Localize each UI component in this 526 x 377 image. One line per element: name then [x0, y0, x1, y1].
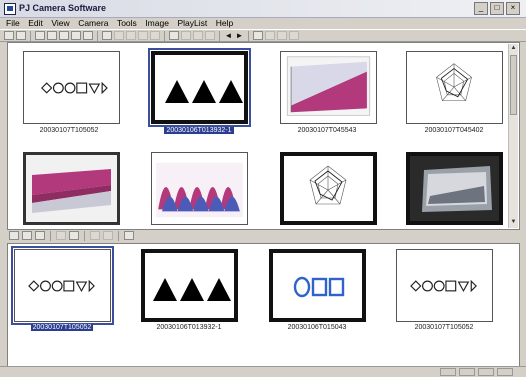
menu-image[interactable]: Image [145, 17, 169, 29]
main-toolbar: ◄ ► [0, 29, 526, 42]
scroll-thumb[interactable] [510, 55, 517, 115]
crop-icon[interactable] [150, 31, 160, 40]
thumbnail[interactable] [151, 152, 248, 225]
vertical-scrollbar[interactable]: ▲ ▼ [508, 44, 518, 228]
playlist-caption: 20030106T015043 [287, 324, 347, 331]
shapes-row-image [410, 279, 477, 293]
info-icon[interactable] [289, 31, 299, 40]
thumbnail[interactable] [280, 152, 377, 225]
radar-chart-image [309, 165, 347, 205]
title-bar: PJ Camera Software _ □ × [0, 0, 526, 18]
toolbar-separator [30, 30, 31, 41]
playlist-caption: 20030106T013932-1 [156, 324, 222, 331]
triangles-image [165, 80, 243, 103]
zoom-in-icon[interactable] [114, 31, 124, 40]
playlist-toolbar [7, 229, 518, 242]
filter-icon[interactable] [181, 31, 191, 40]
playlist-thumbnail[interactable] [269, 249, 366, 322]
status-cell [459, 368, 475, 376]
paste-icon[interactable] [71, 31, 81, 40]
window-controls: _ □ × [474, 2, 520, 15]
rotate-icon[interactable] [138, 31, 148, 40]
thumbnail[interactable] [406, 51, 503, 124]
open-icon[interactable] [35, 31, 45, 40]
triangles-image [153, 278, 231, 301]
radar-chart-image [436, 63, 472, 101]
thumbnail-caption: 20030106T013932-1 [164, 127, 234, 134]
sort-icon[interactable] [103, 231, 113, 240]
menu-camera[interactable]: Camera [78, 17, 108, 29]
toolbar-separator [118, 230, 119, 241]
new-playlist-icon[interactable] [9, 231, 19, 240]
playlist-thumbnail-selected[interactable] [11, 246, 114, 325]
menu-bar: File Edit View Camera Tools Image PlayLi… [0, 17, 526, 29]
playlist-pane: 20030107T105052 20030106T013932-1 200301… [7, 243, 520, 367]
open-playlist-icon[interactable] [22, 231, 32, 240]
playlist-thumbnail[interactable] [141, 249, 238, 322]
move-icon[interactable] [90, 231, 100, 240]
menu-file[interactable]: File [6, 17, 20, 29]
scroll-up-icon[interactable]: ▲ [509, 44, 518, 53]
undo-icon[interactable] [205, 31, 215, 40]
capture-icon[interactable] [4, 31, 14, 40]
app-icon [4, 3, 16, 15]
effect-icon[interactable] [193, 31, 203, 40]
minimize-button[interactable]: _ [474, 2, 488, 15]
shapes-row-image [41, 81, 108, 95]
thumbnail[interactable] [406, 152, 503, 225]
print-icon[interactable] [83, 31, 93, 40]
thumbnail-caption: 20030107T045543 [297, 127, 357, 134]
status-cell [497, 368, 513, 376]
thumbnail-caption: 20030107T045402 [424, 127, 484, 134]
toolbar-separator [219, 30, 220, 41]
fit-icon[interactable] [102, 31, 112, 40]
thumbnail[interactable] [23, 51, 120, 124]
settings-icon[interactable] [277, 31, 287, 40]
playlist-caption: 20030107T105052 [30, 324, 94, 331]
captured-images-pane: 20030107T105052 20030106T013932-1 200301… [7, 42, 520, 230]
status-cell [440, 368, 456, 376]
playlist-icon[interactable] [265, 31, 275, 40]
next-arrow-icon[interactable]: ► [235, 31, 244, 40]
play-icon[interactable] [124, 231, 134, 240]
toolbar-separator [97, 30, 98, 41]
slideshow-icon[interactable] [253, 31, 263, 40]
playlist-thumbnail[interactable] [396, 249, 493, 322]
delete-icon[interactable] [69, 231, 79, 240]
copy-icon[interactable] [59, 31, 69, 40]
thumbnail-caption: 20030107T105052 [39, 127, 99, 134]
surface-chart-image [286, 56, 371, 116]
toolbar-separator [248, 30, 249, 41]
menu-help[interactable]: Help [216, 17, 233, 29]
toolbar-separator [84, 230, 85, 241]
save-playlist-icon[interactable] [35, 231, 45, 240]
blue-shapes-image [293, 276, 345, 298]
playlist-caption: 20030107T105052 [414, 324, 474, 331]
save-icon[interactable] [47, 31, 57, 40]
shapes-row-image [28, 279, 95, 293]
status-cell [478, 368, 494, 376]
window-title: PJ Camera Software [19, 3, 107, 13]
scroll-down-icon[interactable]: ▼ [509, 218, 518, 227]
camera-icon[interactable] [16, 31, 26, 40]
cone-chart-image [156, 162, 243, 218]
toolbar-separator [164, 30, 165, 41]
close-button[interactable]: × [506, 2, 520, 15]
photo-screen-image [410, 156, 499, 221]
ribbon-chart-image [26, 155, 117, 222]
status-bar [0, 366, 526, 377]
thumbnail[interactable] [280, 51, 377, 124]
menu-edit[interactable]: Edit [28, 17, 43, 29]
restore-button[interactable]: □ [490, 2, 504, 15]
thumbnail[interactable] [23, 152, 120, 225]
menu-tools[interactable]: Tools [117, 17, 137, 29]
toolbar-separator [50, 230, 51, 241]
adjust-icon[interactable] [169, 31, 179, 40]
zoom-out-icon[interactable] [126, 31, 136, 40]
menu-playlist[interactable]: PlayList [177, 17, 207, 29]
thumbnail-selected[interactable] [148, 48, 251, 127]
previous-arrow-icon[interactable]: ◄ [224, 31, 233, 40]
cut-icon[interactable] [56, 231, 66, 240]
menu-view[interactable]: View [51, 17, 69, 29]
